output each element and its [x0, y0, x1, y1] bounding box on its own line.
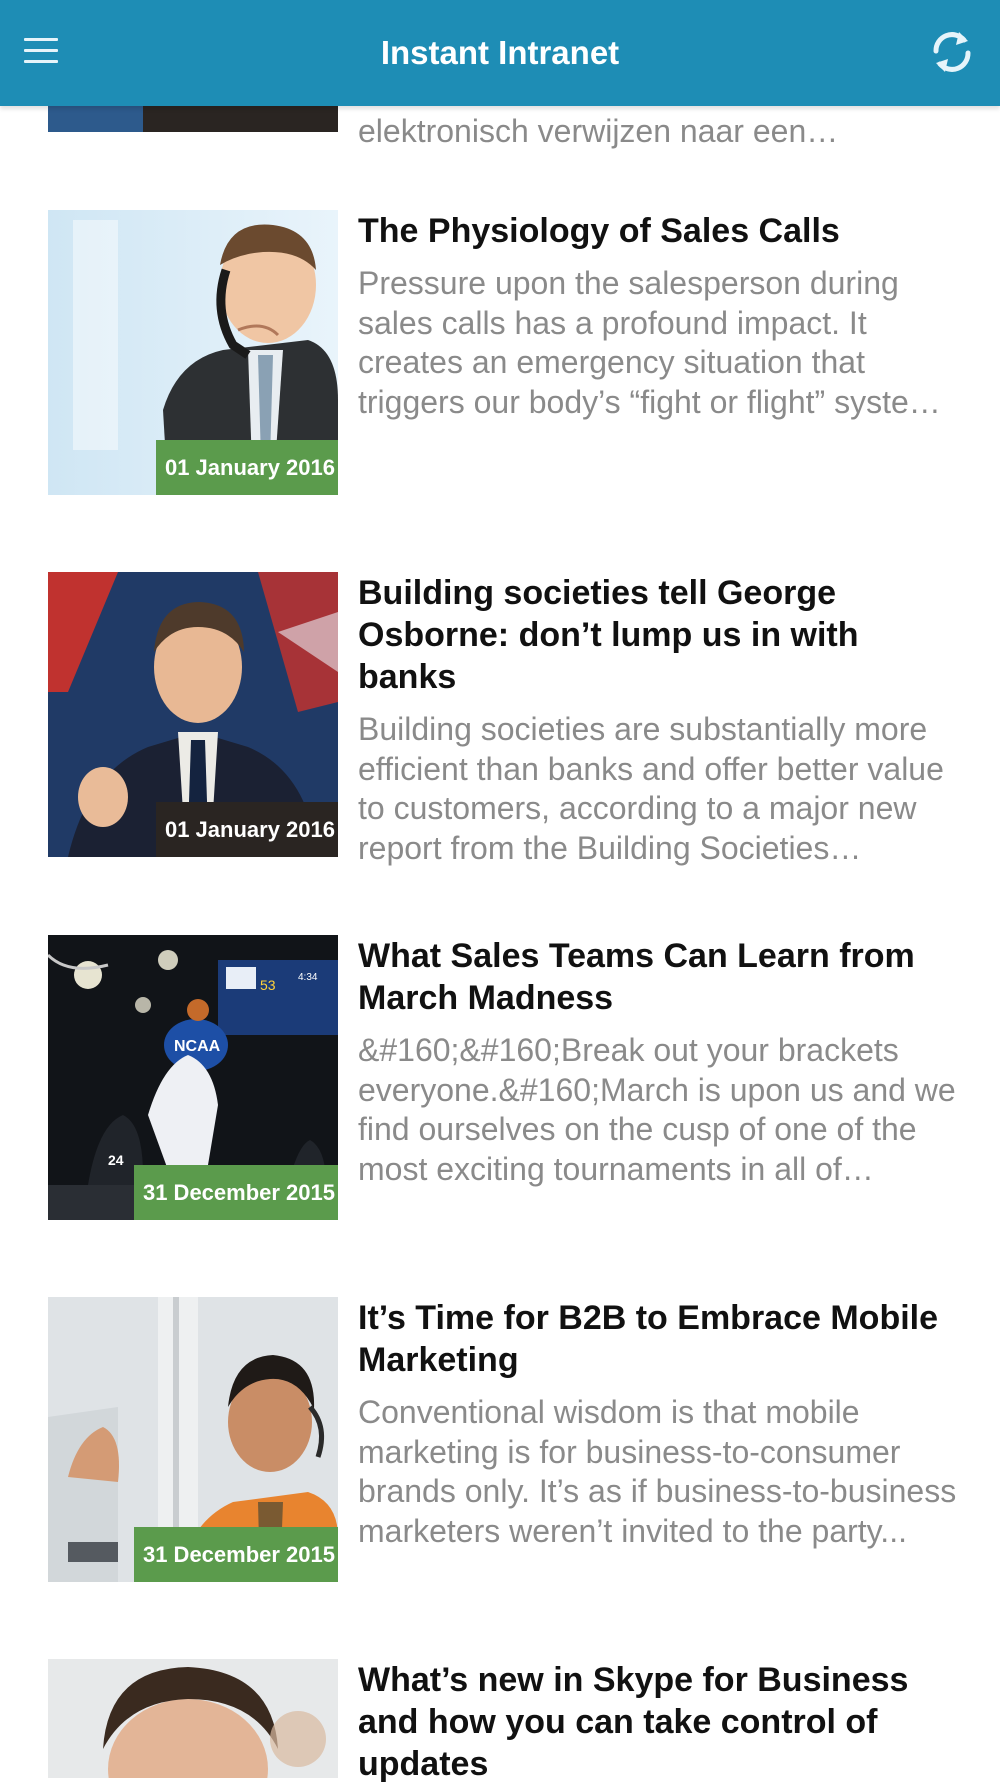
article-feed[interactable]: elektronisch verwijzen naar een gespecia… — [0, 0, 1000, 1783]
article-title: What’s new in Skype for Business and how… — [358, 1661, 909, 1783]
svg-text:4:34: 4:34 — [298, 972, 318, 983]
svg-text:53: 53 — [260, 977, 276, 993]
article-excerpt: Building societies are substantially mor… — [358, 711, 944, 866]
article-text: elektronisch verwijzen naar een gespecia… — [358, 112, 958, 152]
date-badge: 01 January 2016 — [155, 802, 338, 857]
refresh-icon[interactable] — [926, 26, 978, 78]
article-text: What Sales Teams Can Learn from March Ma… — [358, 935, 958, 1189]
article-title: The Physiology of Sales Calls — [358, 212, 840, 250]
article-thumbnail: 01 January 2016 — [48, 572, 338, 857]
article-item[interactable]: 01 January 2016 Building societies tell … — [48, 572, 958, 866]
article-thumbnail: 31 December 2015 — [48, 1297, 338, 1582]
article-item[interactable]: 31 December 2015 It’s Time for B2B to Em… — [48, 1297, 958, 1582]
article-text: It’s Time for B2B to Embrace Mobile Mark… — [358, 1297, 958, 1551]
article-excerpt: Pressure upon the salesperson during sal… — [358, 265, 936, 420]
article-title: Building societies tell George Osborne: … — [358, 574, 859, 696]
article-item[interactable]: 53 4:34 NCAA 24 31 December 2015 What Sa… — [48, 935, 958, 1220]
article-item[interactable]: 01 January 2016 The Physiology of Sales … — [48, 210, 958, 495]
article-text: What’s new in Skype for Business and how… — [358, 1659, 958, 1785]
app-bar: Instant Intranet — [0, 0, 1000, 106]
article-text: The Physiology of Sales Calls Pressure u… — [358, 210, 958, 422]
date-badge: 31 December 2015 — [133, 1527, 338, 1582]
article-item[interactable]: What’s new in Skype for Business and how… — [48, 1659, 958, 1783]
article-excerpt: elektronisch verwijzen naar een gespecia… — [358, 113, 807, 149]
article-title: It’s Time for B2B to Embrace Mobile Mark… — [358, 1299, 939, 1379]
article-excerpt: &#160;&#160;Break out your brackets ever… — [358, 1032, 956, 1187]
article-thumbnail — [48, 1659, 338, 1778]
svg-text:NCAA: NCAA — [174, 1038, 221, 1055]
article-excerpt: Conventional wisdom is that mobile marke… — [358, 1394, 957, 1549]
date-badge: 31 December 2015 — [133, 1165, 338, 1220]
date-badge: 01 January 2016 — [155, 440, 338, 495]
article-text: Building societies tell George Osborne: … — [358, 572, 958, 868]
article-title: What Sales Teams Can Learn from March Ma… — [358, 937, 915, 1017]
svg-text:24: 24 — [108, 1152, 124, 1168]
article-thumbnail: 53 4:34 NCAA 24 31 December 2015 — [48, 935, 338, 1220]
article-thumbnail: 01 January 2016 — [48, 210, 338, 495]
app-title: Instant Intranet — [380, 34, 620, 71]
thumbnail-image — [48, 1659, 338, 1778]
